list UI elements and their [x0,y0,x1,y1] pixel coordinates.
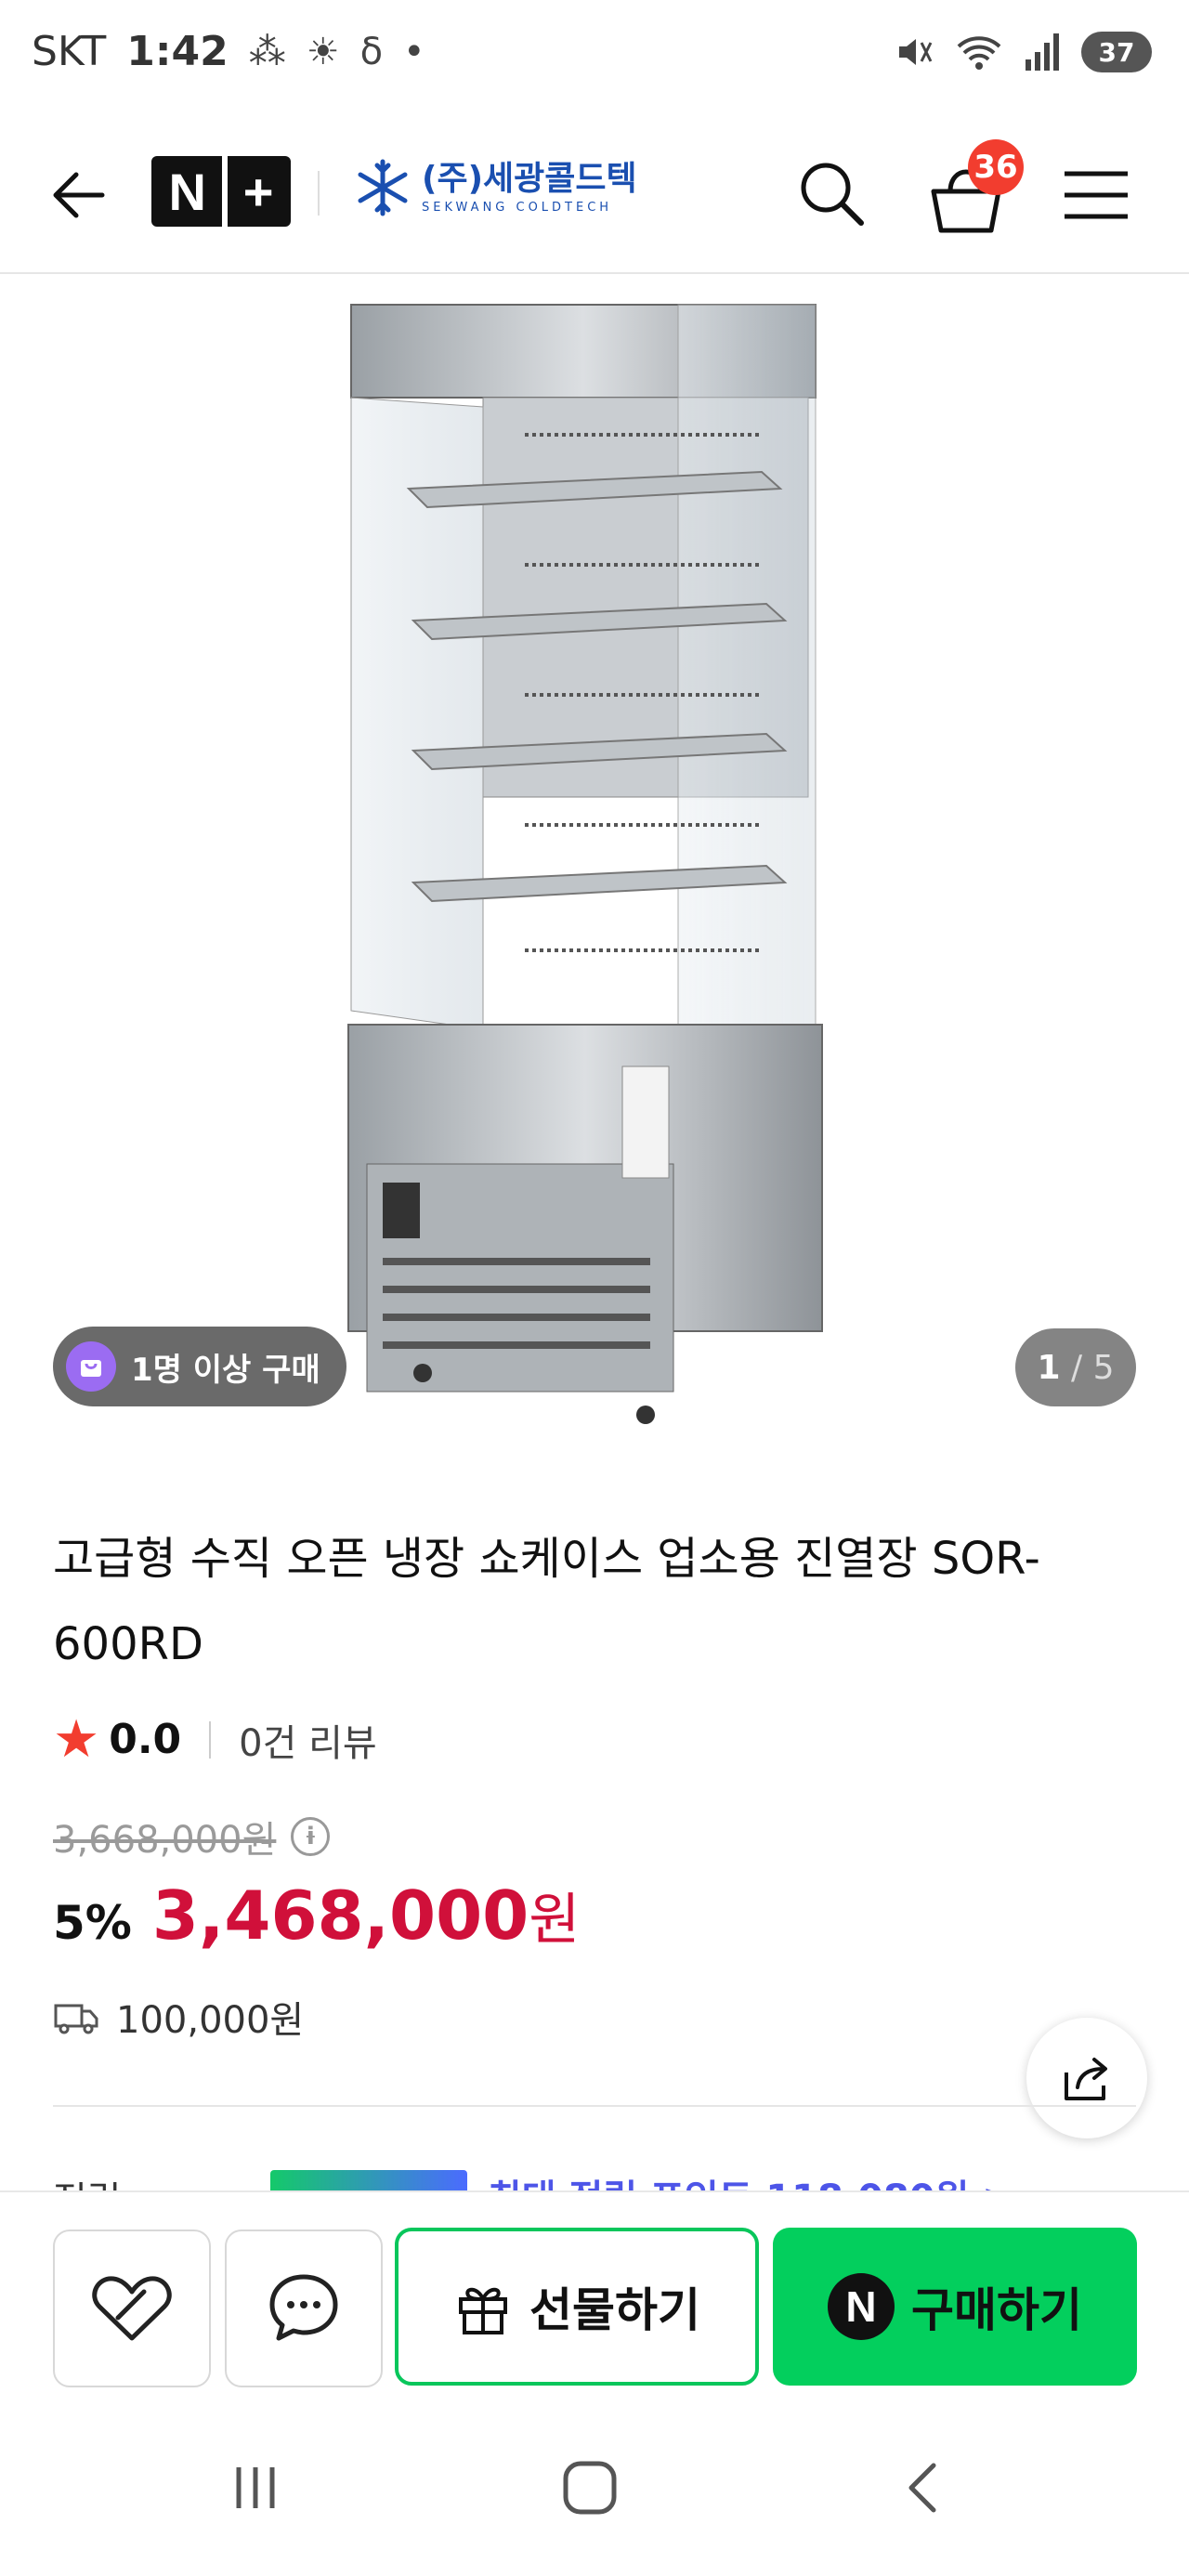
points-row[interactable]: 적립 최대 적립 포인트 118,080원 > [53,2168,1136,2190]
section-divider [53,2105,1136,2107]
recents-icon [236,2467,275,2508]
delivery-truck-icon [54,2004,98,2034]
share-icon [1065,2058,1107,2100]
more-notifications-dot-icon: • [403,30,425,73]
snowflake-logo-icon [358,159,408,216]
mute-icon [899,39,933,65]
star-icon: ★ [53,1709,100,1770]
pager-total: / 5 [1071,1348,1115,1387]
showcase-illustration [347,304,823,1424]
points-text[interactable]: 최대 적립 포인트 118,080원 > [488,2168,1013,2190]
cart-count-badge: 36 [968,139,1024,195]
status-right: 37 [894,32,1152,72]
search-icon[interactable] [794,156,869,230]
original-price-row: 3,668,000원 i [53,1810,331,1863]
heart-icon [92,2276,172,2341]
currency-unit: 원 [529,1888,581,1953]
pager-current: 1 [1037,1348,1061,1387]
buy-button[interactable]: N 구매하기 [773,2228,1137,2386]
system-nav-bar [0,2399,1189,2576]
signal-icon [1026,33,1059,71]
product-title: 고급형 수직 오픈 냉장 쇼케이스 업소용 진열장 SOR-600RD [53,1533,1040,1670]
price-row: 5% 3,468,000 원 [53,1875,580,1955]
rating-divider [209,1720,212,1759]
buy-button-label: 구매하기 [911,2283,1082,2337]
clock: 1:42 [126,28,229,75]
home-button[interactable] [543,2446,636,2530]
home-icon [563,2461,617,2515]
sale-price: 3,468,000 [151,1876,529,1955]
recents-button[interactable] [209,2446,302,2530]
shipping-row: 100,000원 [53,1990,304,2044]
product-image[interactable] [0,277,1189,1447]
review-count[interactable]: 0건 리뷰 [239,1713,377,1767]
wifi-icon [957,36,1001,70]
info-icon[interactable]: i [291,1817,331,1856]
naver-pay-icon: N [828,2273,895,2340]
discount-rate: 5% [53,1896,132,1950]
menu-icon[interactable] [1059,163,1133,228]
notification-icon: δ [359,30,384,73]
rating-score: 0.0 [109,1716,182,1763]
shipping-fee: 100,000원 [116,1999,305,2042]
wishlist-button[interactable] [53,2229,211,2387]
chat-bubble-icon [269,2274,338,2341]
buyers-chip: 1명 이상 구매 [53,1327,346,1406]
seller-name: (주)세광콜드텍 [422,159,637,198]
bottom-action-bar: 선물하기 N 구매하기 [0,2190,1189,2399]
rating-row[interactable]: ★ 0.0 0건 리뷰 [53,1709,377,1770]
naver-plus-logo[interactable]: N + [151,156,291,227]
chat-button[interactable] [225,2229,383,2387]
status-bar: SKT 1:42 ⁂ ☀ δ • 37 [0,0,1189,111]
shopping-bag-icon [66,1341,116,1392]
share-button[interactable] [1026,2018,1147,2138]
weather-sun-icon: ☀ [306,30,340,73]
seller-brand[interactable]: (주)세광콜드텍 SEKWANG COLDTECH [353,158,637,217]
seller-name-en: SEKWANG COLDTECH [422,200,613,215]
gift-icon [459,2287,507,2334]
header-divider [318,171,320,216]
image-pager: 1 / 5 [1015,1328,1136,1406]
membership-badge [270,2170,467,2190]
status-left: SKT 1:42 ⁂ ☀ δ • [32,28,425,75]
back-arrow-icon[interactable] [46,163,111,228]
system-back-button[interactable] [878,2446,971,2530]
system-back-icon [908,2463,936,2513]
app-notification-icon: ⁂ [248,30,286,73]
gift-button-label: 선물하기 [529,2283,700,2337]
carrier: SKT [32,28,107,75]
buyers-chip-label: 1명 이상 구매 [131,1351,320,1389]
original-price: 3,668,000원 [53,1819,277,1862]
battery-indicator: 37 [1081,32,1152,72]
gift-button[interactable]: 선물하기 [395,2228,759,2386]
points-label: 적립 [53,2170,122,2190]
